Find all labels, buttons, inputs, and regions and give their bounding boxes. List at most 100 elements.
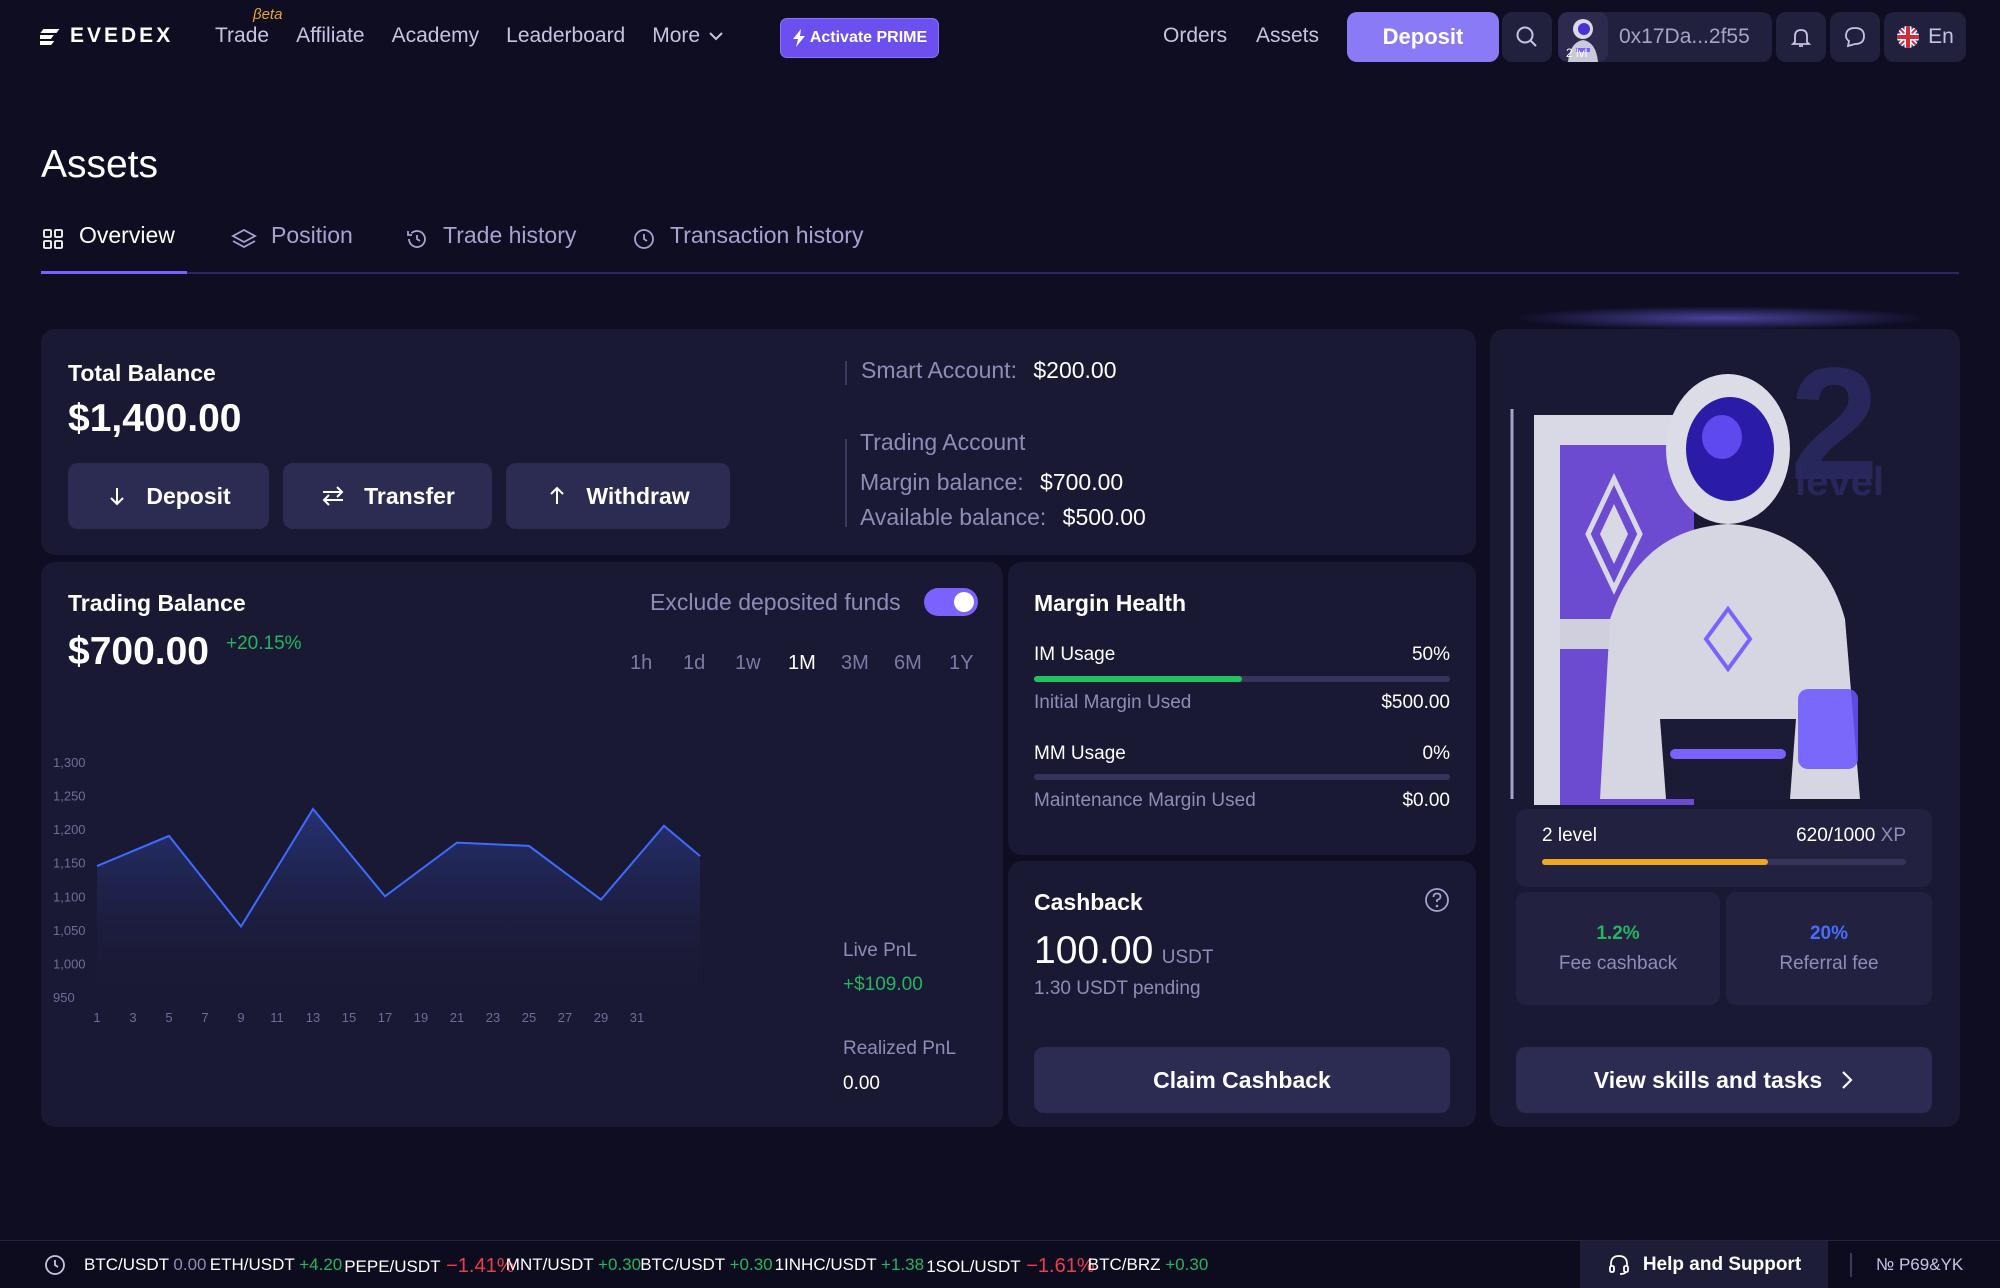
claim-cashback-button[interactable]: Claim Cashback [1034, 1047, 1450, 1113]
language-button[interactable]: En [1884, 12, 1966, 62]
nav-academy[interactable]: Academy [392, 24, 480, 48]
cashback-amount: 100.00 USDT [1034, 929, 1213, 973]
divider [845, 361, 847, 385]
tab-trade-history[interactable]: Trade history [405, 222, 576, 274]
ticker-item[interactable]: ETH/USDT +4.20 [210, 1255, 342, 1275]
tab-transaction-history[interactable]: Transaction history [632, 222, 863, 274]
timeframe-6M[interactable]: 6M [894, 652, 922, 675]
search-icon [1516, 26, 1537, 47]
lightning-icon [792, 29, 805, 47]
im-used-value: $500.00 [1381, 692, 1450, 713]
evedex-logo[interactable]: EVEDEX [40, 24, 173, 48]
cashback-value: 100.00 [1034, 929, 1154, 972]
trading-balance-value: $700.00 [68, 630, 209, 673]
logo-text: EVEDEX [70, 24, 174, 47]
ticker-item[interactable]: BTC/USDT +0.30 [640, 1255, 772, 1275]
view-skills-button[interactable]: View skills and tasks [1516, 1047, 1932, 1113]
uk-flag-icon [1897, 26, 1920, 48]
available-balance-value: $500.00 [1062, 504, 1146, 530]
xp-current: 620/1000 [1796, 825, 1876, 846]
chevron-down-icon [709, 32, 723, 41]
im-used-label: Initial Margin Used [1034, 692, 1192, 713]
timeframe-1M[interactable]: 1M [788, 652, 816, 675]
ticker-item[interactable]: 1SOL/USDT −1.61% [926, 1255, 1094, 1278]
nav-more[interactable]: More [652, 24, 724, 48]
transfer-icon [322, 486, 344, 506]
trading-balance-change: +20.15% [226, 633, 302, 654]
ticker-change: −1.61% [1020, 1255, 1095, 1277]
referral-fee-label: Referral fee [1779, 953, 1879, 974]
timeframe-1h[interactable]: 1h [630, 652, 652, 675]
xp-fill [1542, 859, 1768, 865]
timeframe-1d[interactable]: 1d [683, 652, 705, 675]
nav-assets[interactable]: Assets [1256, 24, 1319, 48]
wallet-button[interactable]: 2 lvl 0x17Da...2f55 [1558, 12, 1772, 62]
nav-orders[interactable]: Orders [1163, 24, 1227, 48]
ticker-change: 0.00 [168, 1255, 207, 1274]
exclude-deposited-toggle[interactable] [924, 588, 978, 616]
margin-balance-value: $700.00 [1040, 469, 1124, 495]
search-button[interactable] [1502, 12, 1552, 62]
toggle-knob [954, 592, 974, 612]
transfer-button[interactable]: Transfer [283, 463, 492, 529]
tab-transaction-history-label: Transaction history [670, 222, 864, 248]
margin-health-title: Margin Health [1034, 590, 1187, 616]
level-label: 2 level [1542, 825, 1597, 846]
mm-usage-label: MM Usage [1034, 743, 1126, 764]
timeframe-1Y[interactable]: 1Y [949, 652, 973, 675]
prime-label: Activate PRIME [809, 29, 928, 46]
tab-overview[interactable]: Overview [41, 222, 187, 274]
tab-overview-label: Overview [79, 222, 175, 248]
im-usage-fill [1034, 676, 1242, 682]
timeframe-3M[interactable]: 3M [841, 652, 869, 675]
avatar-level: 2 lvl [1566, 46, 1588, 60]
y-tick-label: 1,050 [53, 923, 86, 938]
chat-button[interactable] [1830, 12, 1880, 62]
timeframe-1w[interactable]: 1w [735, 652, 761, 675]
ticker-change: +4.20 [294, 1255, 343, 1274]
nav-trade[interactable]: Trade βeta [215, 6, 282, 48]
ticker-item[interactable]: MNT/USDT +0.30 [506, 1255, 641, 1275]
x-tick-label: 13 [306, 1010, 320, 1025]
smart-account-value: $200.00 [1033, 357, 1117, 383]
wallet-address: 0x17Da...2f55 [1619, 25, 1750, 48]
fee-cashback-tile: 1.2% Fee cashback [1516, 892, 1720, 1005]
y-tick-label: 1,000 [53, 956, 86, 971]
nav-leaderboard[interactable]: Leaderboard [506, 24, 625, 48]
x-tick-label: 15 [342, 1010, 356, 1025]
total-balance-card: Total Balance $1,400.00 Deposit Transfer… [41, 329, 1476, 555]
ticker-item[interactable]: PEPE/USDT −1.41% [344, 1255, 514, 1278]
history-icon [407, 230, 426, 248]
y-tick-label: 950 [53, 990, 75, 1005]
activate-prime-button[interactable]: Activate PRIME [780, 18, 939, 58]
build-id: № P69&YK [1876, 1255, 1964, 1274]
ticker-item[interactable]: BTC/USDT 0.00 [84, 1255, 207, 1275]
ticker-pair: MNT/USDT [505, 1255, 594, 1274]
deposit-button[interactable]: Deposit [68, 463, 269, 529]
nav-affiliate[interactable]: Affiliate [296, 24, 365, 48]
trading-balance-title: Trading Balance [68, 590, 246, 616]
im-usage-bar [1034, 676, 1450, 682]
ticker-item[interactable]: BTC/BRZ +0.30 [1088, 1255, 1208, 1275]
ticker-item[interactable]: 1INHC/USDT +1.38 [775, 1255, 924, 1275]
referral-fee-tile: 20% Referral fee [1726, 892, 1932, 1005]
help-circle-icon[interactable] [1424, 887, 1450, 913]
language-label: En [1928, 25, 1954, 48]
x-tick-label: 7 [201, 1010, 208, 1025]
im-usage-value: 50% [1411, 644, 1450, 665]
y-tick-label: 1,100 [53, 889, 86, 904]
x-tick-label: 21 [450, 1010, 464, 1025]
level-glow [1510, 306, 1930, 330]
xp-unit: XP [1880, 825, 1906, 846]
fee-cashback-label: Fee cashback [1558, 953, 1678, 974]
help-support-button[interactable]: Help and Support [1580, 1241, 1828, 1288]
tab-position[interactable]: Position [231, 222, 353, 274]
deposit-button-top[interactable]: Deposit [1347, 12, 1499, 62]
clock-icon [45, 1255, 65, 1275]
notifications-button[interactable] [1776, 12, 1826, 62]
withdraw-button[interactable]: Withdraw [506, 463, 730, 529]
ticker-change: +0.30 [724, 1255, 773, 1274]
smart-account-row: Smart Account: $200.00 [861, 357, 1117, 384]
tab-trade-history-label: Trade history [443, 222, 577, 248]
arrow-down-icon [110, 488, 125, 506]
